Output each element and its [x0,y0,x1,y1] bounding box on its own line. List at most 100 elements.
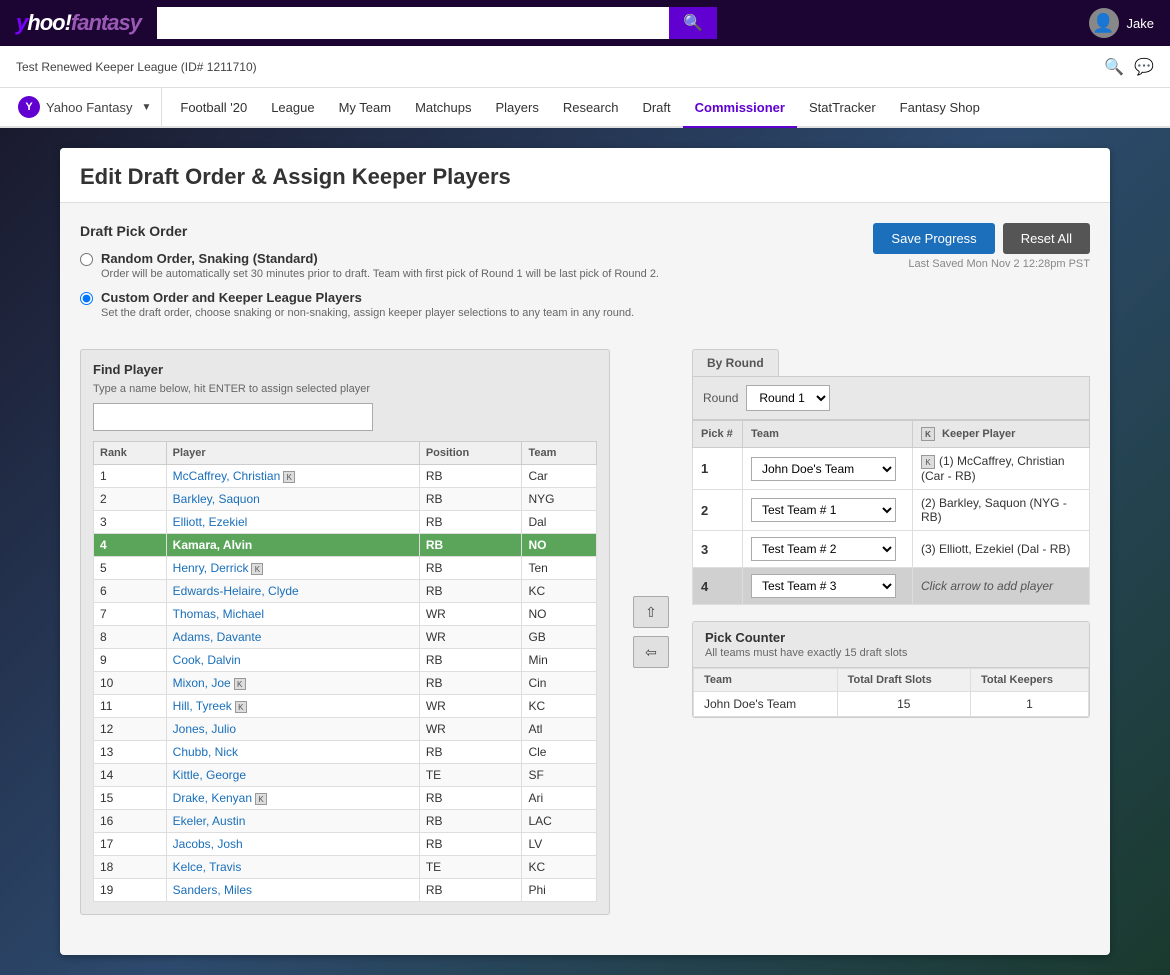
click-arrow-hint: Click arrow to add player [921,579,1053,593]
draft-pick-order-section: Save Progress Reset All Last Saved Mon N… [80,223,1090,329]
nav-item-matchups[interactable]: Matchups [403,88,483,128]
nav-item-stattracker[interactable]: StatTracker [797,88,888,128]
keeper-player-cell: Click arrow to add player [913,568,1090,605]
player-link[interactable]: Thomas, Michael [173,607,264,621]
table-row[interactable]: 14 Kittle, George TE SF [94,764,597,787]
content-area: Save Progress Reset All Last Saved Mon N… [60,203,1110,935]
rank-cell: 18 [94,856,167,879]
player-link[interactable]: Mixon, Joe [173,676,231,690]
keeper-badge: K [235,701,247,713]
round-select[interactable]: Round 1 Round 2 Round 3 [746,385,830,411]
team-select-3[interactable]: John Doe's TeamTest Team # 1Test Team # … [751,537,896,561]
league-name[interactable]: Test Renewed Keeper League (ID# 1211710) [16,60,257,74]
rank-cell: 9 [94,649,167,672]
team-cell: Phi [522,879,597,902]
keeper-header-icon: K [921,427,935,441]
search-input[interactable] [157,7,669,39]
draft-col-keeper: K Keeper Player [913,421,1090,448]
table-row[interactable]: 15 Drake, KenyanK RB Ari [94,787,597,810]
find-player-input[interactable] [93,403,373,431]
player-link[interactable]: Kamara, Alvin [173,538,253,552]
keeper-badge: K [283,471,295,483]
team-select-cell: John Doe's TeamTest Team # 1Test Team # … [743,568,913,605]
team-select-2[interactable]: John Doe's TeamTest Team # 1Test Team # … [751,498,896,522]
table-row[interactable]: 12 Jones, Julio WR Atl [94,718,597,741]
table-row[interactable]: 19 Sanders, Miles RB Phi [94,879,597,902]
player-link[interactable]: Jones, Julio [173,722,236,736]
player-link[interactable]: Henry, Derrick [173,561,249,575]
player-link[interactable]: Kelce, Travis [173,860,242,874]
rank-cell: 14 [94,764,167,787]
user-area: 👤 Jake [1089,8,1154,38]
table-row[interactable]: 17 Jacobs, Josh RB LV [94,833,597,856]
table-row[interactable]: 10 Mixon, JoeK RB Cin [94,672,597,695]
player-link[interactable]: Drake, Kenyan [173,791,252,805]
save-progress-button[interactable]: Save Progress [873,223,994,254]
nav-item-players[interactable]: Players [483,88,550,128]
table-row[interactable]: 4 Kamara, Alvin RB NO [94,534,597,557]
table-row[interactable]: 9 Cook, Dalvin RB Min [94,649,597,672]
table-row[interactable]: 8 Adams, Davante WR GB [94,626,597,649]
player-link[interactable]: Cook, Dalvin [173,653,241,667]
rank-cell: 8 [94,626,167,649]
arrow-up-button[interactable]: ⇧ [633,596,669,628]
nav-item-commissioner[interactable]: Commissioner [683,88,797,128]
player-link[interactable]: Elliott, Ezekiel [173,515,248,529]
username-label[interactable]: Jake [1127,16,1154,31]
site-logo[interactable]: yhoo!fantasy [16,10,141,36]
rank-cell: 6 [94,580,167,603]
search-icon: 🔍 [683,13,703,33]
table-row[interactable]: 11 Hill, TyreekK WR KC [94,695,597,718]
nav-item-league[interactable]: League [259,88,326,128]
arrow-left-button[interactable]: ⇦ [633,636,669,668]
radio-random[interactable] [80,253,93,266]
by-round-tab[interactable]: By Round [692,349,779,376]
team-cell: KC [522,856,597,879]
table-row[interactable]: 7 Thomas, Michael WR NO [94,603,597,626]
player-link[interactable]: Hill, Tyreek [173,699,232,713]
player-link[interactable]: Edwards-Helaire, Clyde [173,584,299,598]
player-name-cell: Jones, Julio [166,718,419,741]
table-row[interactable]: 6 Edwards-Helaire, Clyde RB KC [94,580,597,603]
team-cell: NYG [522,488,597,511]
nav-item-draft[interactable]: Draft [630,88,682,128]
counter-draft-slots: 15 [837,692,970,717]
nav-item-research[interactable]: Research [551,88,631,128]
search-league-icon[interactable]: 🔍 [1104,57,1124,77]
rank-cell: 4 [94,534,167,557]
player-name-cell: Chubb, Nick [166,741,419,764]
player-link[interactable]: Barkley, Saquon [173,492,260,506]
table-row[interactable]: 18 Kelce, Travis TE KC [94,856,597,879]
table-row[interactable]: 3 Elliott, Ezekiel RB Dal [94,511,597,534]
nav-item-myteam[interactable]: My Team [327,88,404,128]
table-row[interactable]: 13 Chubb, Nick RB Cle [94,741,597,764]
nav-item-football[interactable]: Football '20 [168,88,259,128]
rank-cell: 11 [94,695,167,718]
player-link[interactable]: Kittle, George [173,768,246,782]
player-link[interactable]: Jacobs, Josh [173,837,243,851]
player-name-cell: Edwards-Helaire, Clyde [166,580,419,603]
player-name-cell: Kamara, Alvin [166,534,419,557]
nav-item-fantasyshop[interactable]: Fantasy Shop [888,88,992,128]
team-select-4[interactable]: John Doe's TeamTest Team # 1Test Team # … [751,574,896,598]
player-link[interactable]: Chubb, Nick [173,745,238,759]
team-cell: Car [522,465,597,488]
reset-all-button[interactable]: Reset All [1003,223,1090,254]
team-select-1[interactable]: John Doe's TeamTest Team # 1Test Team # … [751,457,896,481]
radio-custom[interactable] [80,292,93,305]
player-link[interactable]: Sanders, Miles [173,883,252,897]
player-link[interactable]: Adams, Davante [173,630,262,644]
table-row[interactable]: 2 Barkley, Saquon RB NYG [94,488,597,511]
rank-cell: 16 [94,810,167,833]
nav-logo-area[interactable]: Y Yahoo Fantasy ▼ [8,88,162,126]
table-row[interactable]: 5 Henry, DerrickK RB Ten [94,557,597,580]
search-button[interactable]: 🔍 [669,7,717,39]
main-card: Edit Draft Order & Assign Keeper Players… [60,148,1110,955]
player-link[interactable]: Ekeler, Austin [173,814,246,828]
table-row[interactable]: 16 Ekeler, Austin RB LAC [94,810,597,833]
round-label: Round [703,391,738,405]
player-link[interactable]: McCaffrey, Christian [173,469,281,483]
message-icon[interactable]: 💬 [1134,57,1154,77]
table-row[interactable]: 1 McCaffrey, ChristianK RB Car [94,465,597,488]
player-name-cell: Kelce, Travis [166,856,419,879]
